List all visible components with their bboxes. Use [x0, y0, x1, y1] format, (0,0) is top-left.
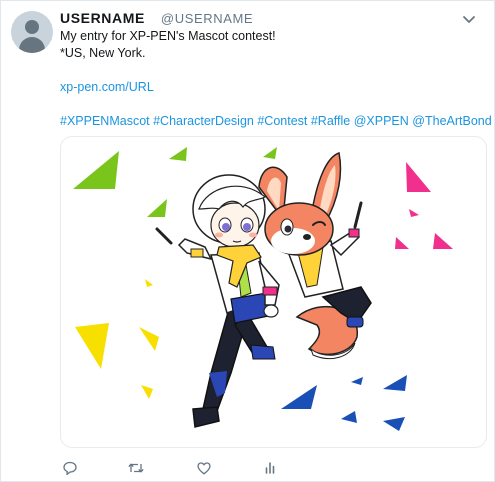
chevron-down-icon[interactable]: [461, 13, 477, 25]
decor-triangle-yellow: [141, 385, 153, 399]
avatar-head-shape: [25, 20, 39, 34]
user-handle[interactable]: @USERNAME: [161, 11, 253, 26]
hashtag-xppenmascot[interactable]: #XPPENMascot: [60, 114, 150, 128]
decor-triangle-blue: [341, 411, 357, 423]
decor-triangle-blue: [281, 385, 317, 409]
hashtag-contest[interactable]: #Contest: [257, 114, 307, 128]
mascot-illustration: [73, 147, 453, 431]
decor-triangle-pink: [409, 209, 419, 217]
tweet-line-2: *US, New York.: [60, 46, 146, 60]
decor-triangle-green: [263, 147, 277, 159]
mention-xppen[interactable]: @XPPEN: [354, 114, 409, 128]
decor-triangle-blue: [383, 375, 407, 391]
tweet-header: USERNAME @USERNAME: [60, 10, 253, 26]
decor-triangle-green: [169, 147, 187, 161]
tweet-text: My entry for XP-PEN's Mascot contest! *U…: [60, 28, 492, 130]
decor-triangle-blue: [351, 377, 363, 385]
hashtag-raffle[interactable]: #Raffle: [311, 114, 350, 128]
tweet-line-1: My entry for XP-PEN's Mascot contest!: [60, 29, 276, 43]
reply-icon[interactable]: [60, 458, 80, 478]
fox-character: [258, 152, 372, 359]
decor-triangle-yellow: [139, 327, 159, 351]
decor-triangle-yellow: [145, 279, 153, 287]
tweet-card: USERNAME @USERNAME My entry for XP-PEN's…: [0, 0, 495, 482]
retweet-icon[interactable]: [126, 458, 146, 478]
decor-triangle-blue: [383, 417, 405, 431]
hashtag-list: #XPPENMascot #CharacterDesign #Contest #…: [60, 113, 492, 130]
girl-character: [155, 174, 280, 428]
decor-triangle-green: [147, 199, 167, 217]
hashtag-characterdesign[interactable]: #CharacterDesign: [153, 114, 254, 128]
display-name[interactable]: USERNAME: [60, 10, 145, 26]
decor-triangle-pink: [395, 237, 409, 249]
decor-triangle-yellow: [75, 323, 109, 369]
avatar-body-shape: [19, 37, 45, 53]
tweet-link[interactable]: xp-pen.com/URL: [60, 80, 154, 94]
like-icon[interactable]: [194, 458, 214, 478]
tweet-actions: [60, 458, 320, 478]
analytics-icon[interactable]: [260, 458, 280, 478]
tweet-spacer: [60, 96, 485, 113]
decor-triangle-pink: [406, 162, 431, 192]
decor-triangle-pink: [433, 233, 453, 249]
avatar[interactable]: [11, 11, 53, 53]
mention-theartbond[interactable]: @TheArtBond: [412, 114, 491, 128]
decor-triangle-green: [73, 151, 119, 189]
tweet-spacer: [60, 62, 485, 79]
tweet-media-image[interactable]: [60, 136, 487, 448]
